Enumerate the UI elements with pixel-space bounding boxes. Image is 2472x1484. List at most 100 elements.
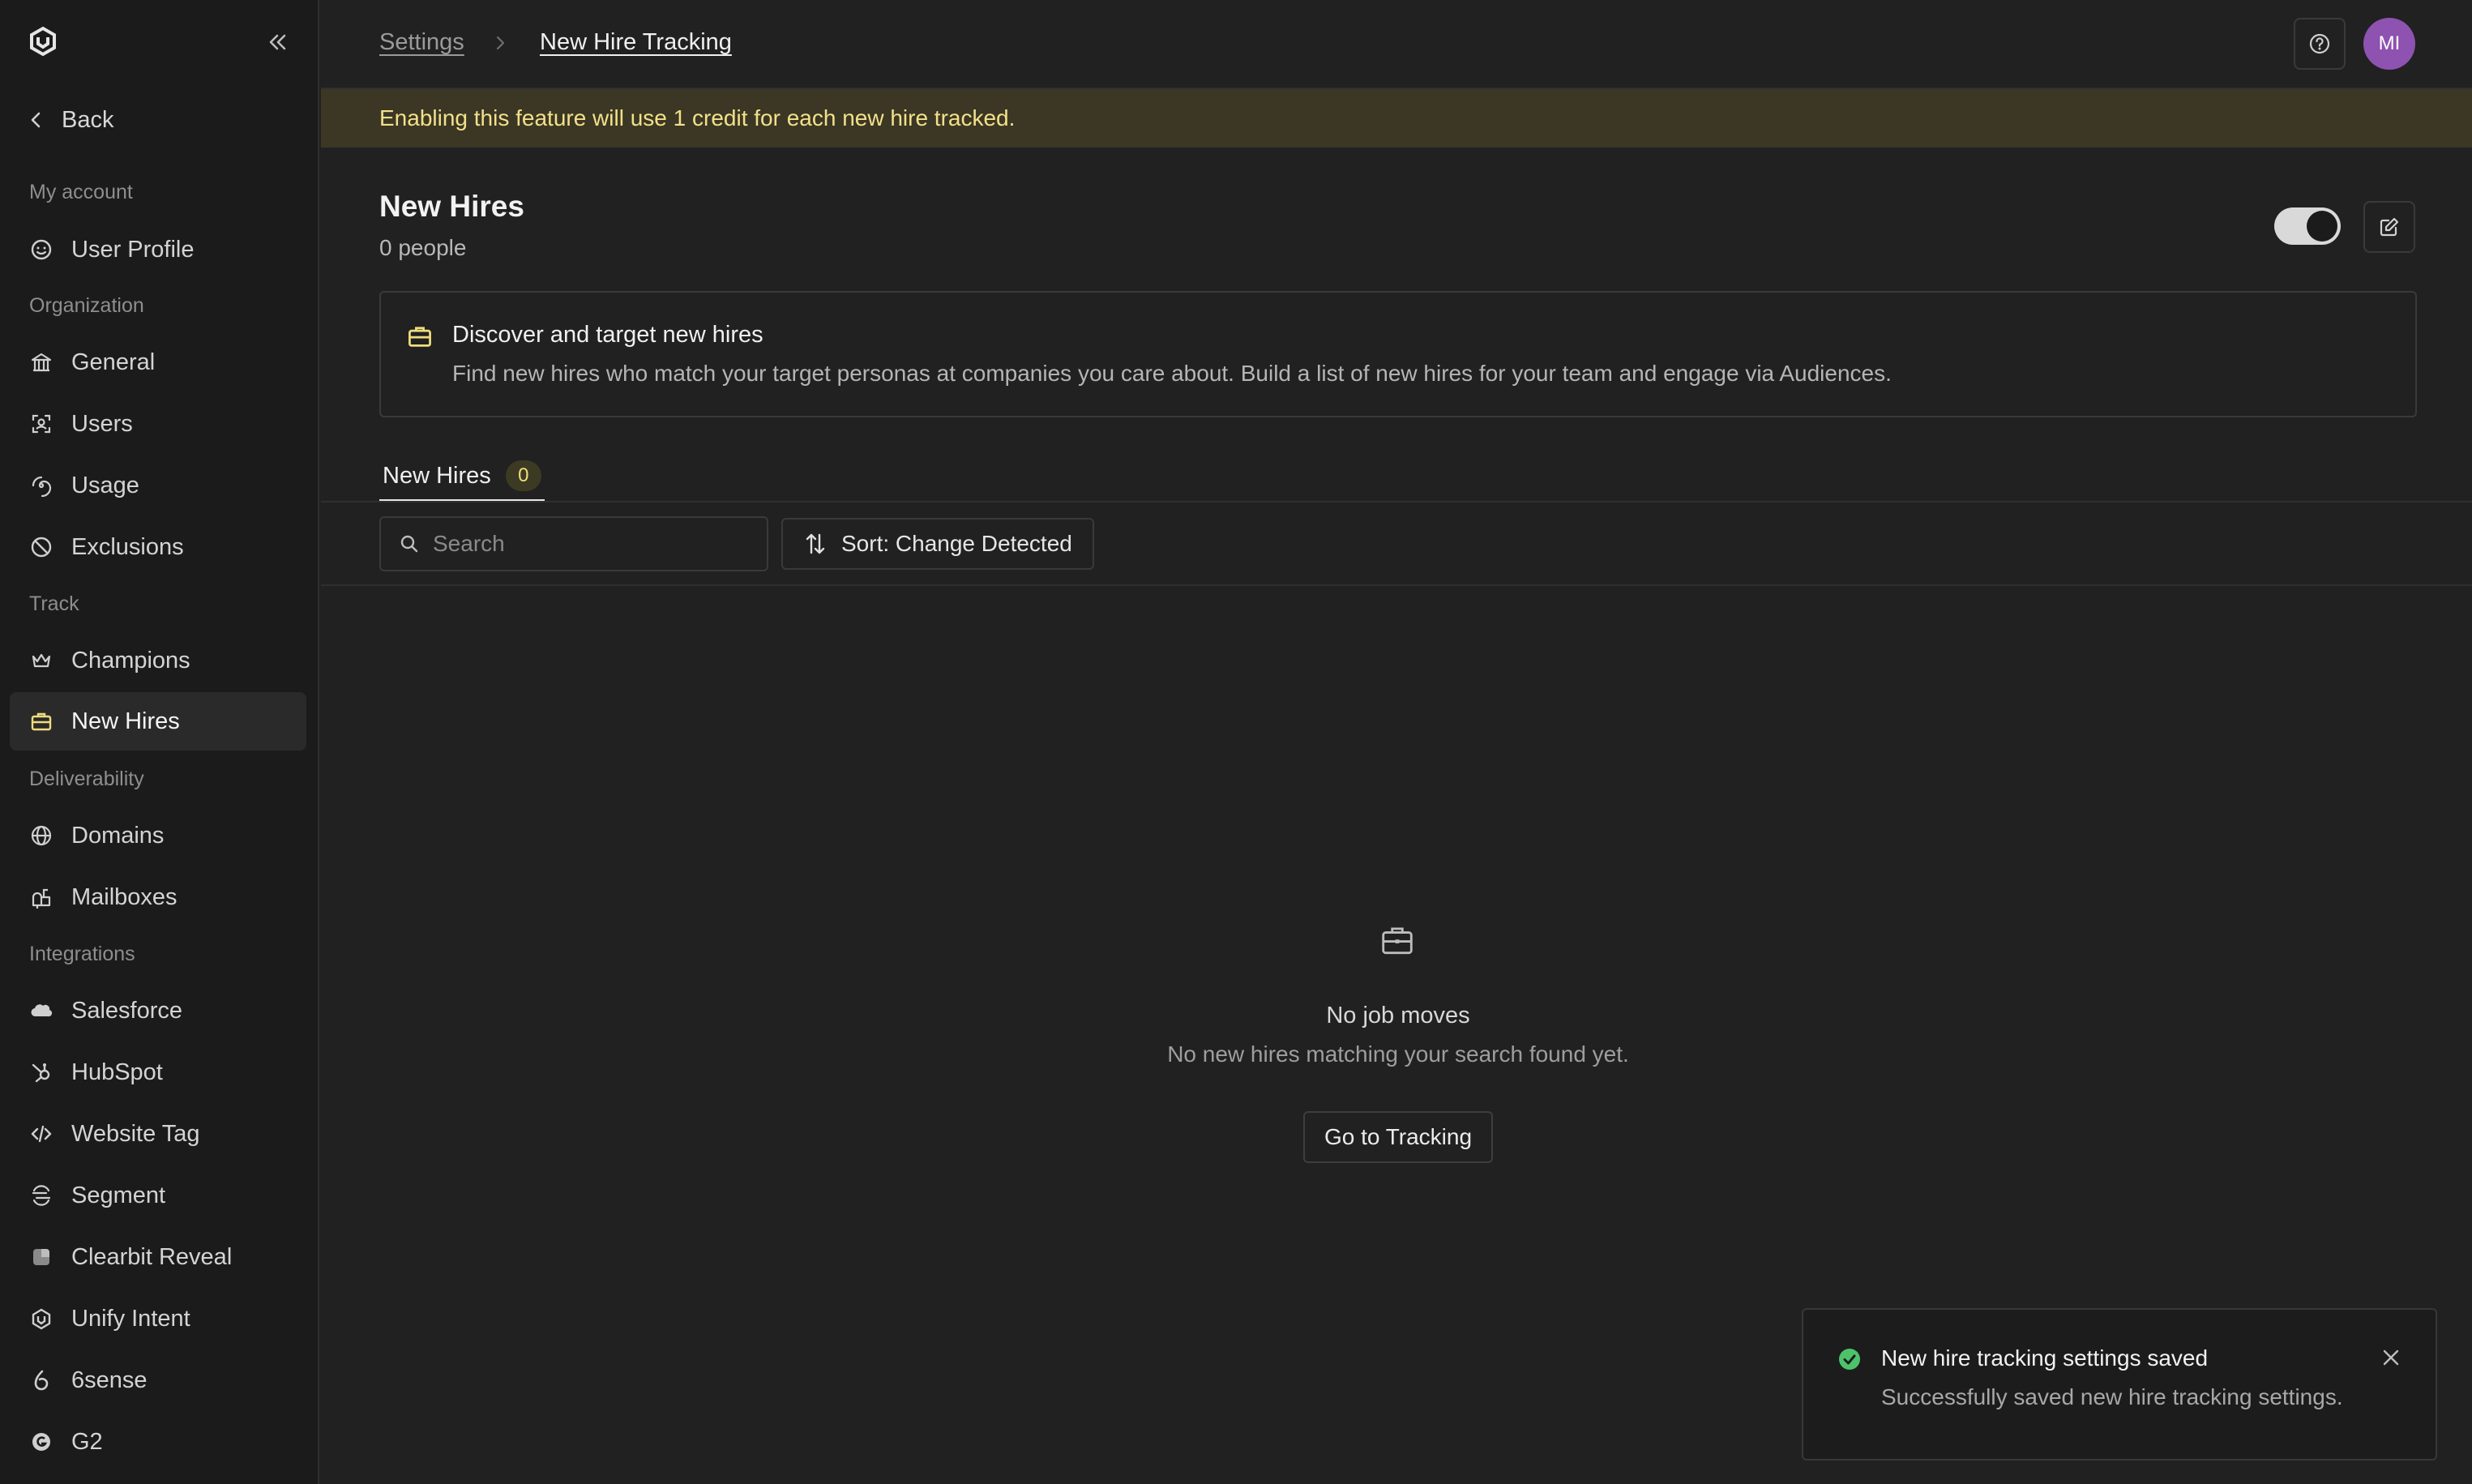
sidebar: Back My account User Profile Organizatio… <box>0 0 319 1484</box>
toast-title: New hire tracking settings saved <box>1881 1345 2209 1371</box>
collapse-sidebar-icon[interactable] <box>266 31 289 53</box>
briefcase-icon <box>407 323 433 349</box>
tab-count-badge: 0 <box>505 460 541 491</box>
toggle-knob <box>2307 211 2337 242</box>
briefcase-icon <box>1379 922 1415 958</box>
user-scan-icon <box>29 412 53 436</box>
crown-icon <box>29 648 53 673</box>
page-title: New Hires <box>379 190 524 223</box>
sidebar-item-label: 6sense <box>71 1366 148 1393</box>
sidebar-item-user-profile[interactable]: User Profile <box>10 220 306 279</box>
unify-intent-icon <box>29 1307 53 1331</box>
sidebar-item-label: User Profile <box>71 236 195 263</box>
segment-icon <box>29 1183 53 1208</box>
top-bar: Settings New Hire Tracking MI <box>321 0 2472 89</box>
sidebar-item-label: Exclusions <box>71 533 184 560</box>
sidebar-item-label: Salesforce <box>71 997 183 1024</box>
credit-warning-banner: Enabling this feature will use 1 credit … <box>321 89 2472 148</box>
bank-icon <box>29 350 53 374</box>
chevron-left-icon <box>29 110 42 130</box>
sidebar-item-general[interactable]: General <box>10 333 306 391</box>
back-link[interactable]: Back <box>29 102 113 138</box>
close-icon[interactable] <box>2380 1347 2401 1368</box>
sidebar-item-label: Website Tag <box>71 1120 200 1147</box>
code-icon <box>29 1122 53 1146</box>
briefcase-icon <box>29 709 53 733</box>
sidebar-item-exclusions[interactable]: Exclusions <box>10 518 306 576</box>
toolbar-divider <box>321 584 2472 586</box>
sidebar-item-new-hires[interactable]: New Hires <box>10 692 306 751</box>
breadcrumb-current[interactable]: New Hire Tracking <box>540 29 732 56</box>
empty-state-title: No job moves <box>1326 1003 1470 1029</box>
section-label-integrations: Integrations <box>29 943 135 965</box>
sidebar-item-website-tag[interactable]: Website Tag <box>10 1105 306 1163</box>
sidebar-item-label: Segment <box>71 1182 166 1208</box>
sidebar-item-g2[interactable]: G2 <box>10 1413 306 1471</box>
sidebar-item-label: General <box>71 349 156 375</box>
help-circle-icon <box>2308 32 2331 55</box>
salesforce-cloud-icon <box>29 999 53 1023</box>
section-label-organization: Organization <box>29 294 144 317</box>
sidebar-item-champions[interactable]: Champions <box>10 631 306 690</box>
tab-label: New Hires <box>383 462 491 489</box>
search-field[interactable] <box>379 516 768 571</box>
sidebar-item-segment[interactable]: Segment <box>10 1166 306 1225</box>
sort-button[interactable]: Sort: Change Detected <box>781 518 1094 570</box>
help-button[interactable] <box>2294 18 2346 70</box>
sidebar-item-label: Users <box>71 410 133 437</box>
sixsense-icon <box>29 1368 53 1392</box>
toast-description: Successfully saved new hire tracking set… <box>1881 1384 2343 1409</box>
info-card-description: Find new hires who match your target per… <box>452 361 1892 386</box>
search-icon <box>399 533 420 554</box>
sidebar-item-label: HubSpot <box>71 1058 163 1085</box>
sidebar-item-label: Usage <box>71 472 139 498</box>
sort-arrows-icon <box>804 532 827 556</box>
smile-icon <box>29 237 53 262</box>
sidebar-item-mailboxes[interactable]: Mailboxes <box>10 868 306 926</box>
tab-new-hires[interactable]: New Hires 0 <box>379 452 545 503</box>
info-card-title: Discover and target new hires <box>452 322 763 348</box>
section-label-track: Track <box>29 592 79 615</box>
chevron-right-icon <box>491 32 509 53</box>
mailbox-icon <box>29 885 53 909</box>
sidebar-item-users[interactable]: Users <box>10 395 306 453</box>
empty-state-description: No new hires matching your search found … <box>1167 1041 1629 1067</box>
usage-spiral-icon <box>29 473 53 498</box>
edit-button[interactable] <box>2363 201 2415 253</box>
sidebar-item-label: Clearbit Reveal <box>71 1243 233 1270</box>
edit-pencil-icon <box>2378 216 2401 238</box>
sort-label: Sort: Change Detected <box>841 531 1072 556</box>
info-card: Discover and target new hires Find new h… <box>379 291 2417 417</box>
sidebar-item-usage[interactable]: Usage <box>10 456 306 515</box>
section-label-deliverability: Deliverability <box>29 768 144 790</box>
back-label: Back <box>62 106 114 133</box>
section-label-my-account: My account <box>29 181 133 203</box>
check-circle-icon <box>1837 1347 1862 1371</box>
sidebar-item-label: New Hires <box>71 708 180 734</box>
sidebar-item-6sense[interactable]: 6sense <box>10 1351 306 1409</box>
sidebar-item-label: Champions <box>71 647 190 674</box>
breadcrumb-settings-link[interactable]: Settings <box>379 29 464 56</box>
avatar[interactable]: MI <box>2363 18 2415 70</box>
new-hire-tracking-toggle[interactable] <box>2274 207 2341 245</box>
unify-logo-icon[interactable] <box>28 26 58 57</box>
sidebar-item-label: Mailboxes <box>71 883 177 910</box>
sidebar-item-unify-intent[interactable]: Unify Intent <box>10 1289 306 1348</box>
globe-icon <box>29 823 53 848</box>
tabs-divider <box>321 501 2472 503</box>
go-to-tracking-button[interactable]: Go to Tracking <box>1303 1111 1493 1163</box>
sidebar-item-label: G2 <box>71 1428 103 1455</box>
hubspot-icon <box>29 1060 53 1084</box>
g2-icon <box>29 1430 53 1454</box>
sidebar-item-clearbit-reveal[interactable]: Clearbit Reveal <box>10 1228 306 1286</box>
clearbit-icon <box>29 1245 53 1269</box>
sidebar-item-domains[interactable]: Domains <box>10 806 306 865</box>
search-input[interactable] <box>433 531 741 557</box>
success-toast: New hire tracking settings saved Success… <box>1802 1308 2437 1460</box>
sidebar-item-label: Unify Intent <box>71 1305 190 1332</box>
sidebar-item-label: Domains <box>71 822 165 849</box>
people-count: 0 people <box>379 235 467 260</box>
sidebar-item-salesforce[interactable]: Salesforce <box>10 981 306 1040</box>
ban-icon <box>29 535 53 559</box>
sidebar-item-hubspot[interactable]: HubSpot <box>10 1043 306 1101</box>
